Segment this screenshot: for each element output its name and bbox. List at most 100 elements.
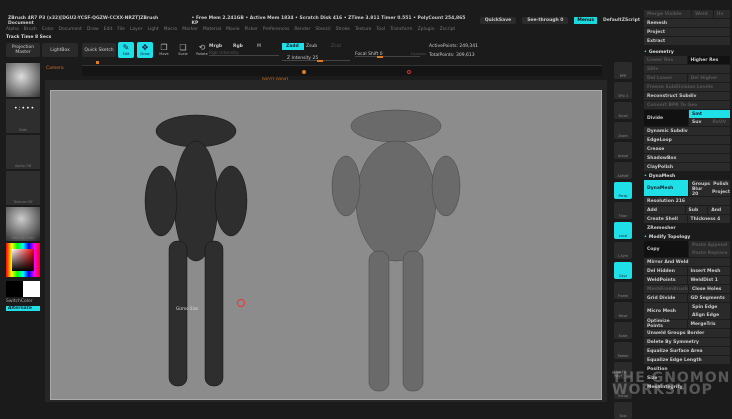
micro-mesh-button[interactable]: Micro Mesh	[644, 303, 688, 319]
paste-replace-button[interactable]: Paste Replace	[689, 249, 730, 257]
shelf-spix-3-button[interactable]: SPix 3	[614, 82, 632, 99]
menu-transform[interactable]: Transform	[390, 27, 412, 32]
del-lower-button[interactable]: Del Lower	[644, 74, 687, 82]
paste-append-button[interactable]: Paste Append	[689, 241, 730, 249]
rgb-button[interactable]: Rgb	[233, 44, 243, 49]
grid-divide-button[interactable]: Grid Divide	[644, 294, 687, 302]
resolution-slider[interactable]: Resolution 216	[644, 197, 730, 205]
remesh-button[interactable]: Remesh	[644, 19, 730, 27]
timeline-keyframe[interactable]	[302, 70, 306, 74]
menu-tool[interactable]: Tool	[376, 27, 385, 32]
texture-thumbnail[interactable]: Texture Off	[6, 171, 40, 205]
del-hidden-button[interactable]: Del Hidden	[644, 267, 687, 275]
claypolish-button[interactable]: ClayPolish	[644, 163, 730, 171]
dynamic-button[interactable]: Dynamic	[411, 52, 426, 56]
sub-button[interactable]: Sub	[685, 206, 708, 214]
edgeloop-button[interactable]: EdgeLoop	[644, 136, 730, 144]
material-thumbnail[interactable]: MatCap Gray	[6, 207, 40, 241]
shelf-scroll-button[interactable]: Scroll	[614, 102, 632, 119]
menu-draw[interactable]: Draw	[87, 27, 99, 32]
menu-movie[interactable]: Movie	[226, 27, 239, 32]
convert-bpr-button[interactable]: Convert BPR To Geo	[644, 101, 730, 109]
shelf-bpr-button[interactable]: BPR	[614, 62, 632, 79]
equalize-surface-area-button[interactable]: Equalize Surface Area	[644, 347, 730, 355]
zsub-button[interactable]: Zsub	[306, 44, 317, 49]
close-holes-button[interactable]: Close Holes	[688, 285, 730, 293]
sdiv-slider[interactable]: SDiv	[644, 65, 730, 73]
lower-res-button[interactable]: Lower Res	[644, 56, 687, 64]
menu-light[interactable]: Light	[147, 27, 158, 32]
menu-layer[interactable]: Layer	[130, 27, 143, 32]
mergetris-button[interactable]: MergeTris	[687, 320, 730, 328]
zcut-button[interactable]: Zcut	[331, 44, 341, 49]
shelf-local-button[interactable]: Local	[614, 222, 632, 239]
merge-visible-button[interactable]: Merge Visible	[644, 10, 692, 18]
shelf-move-button[interactable]: Move	[614, 302, 632, 319]
menu-document[interactable]: Document	[59, 27, 82, 32]
equalize-edge-length-button[interactable]: Equalize Edge Length	[644, 356, 730, 364]
color-picker[interactable]	[6, 243, 40, 277]
freeze-subdiv-button[interactable]: Freeze SubDivision Levels	[644, 83, 730, 91]
insert-mesh-button[interactable]: Insert Mesh	[687, 267, 730, 275]
projection-master-button[interactable]: Projection Master	[6, 43, 40, 57]
shelf-qxyz-button[interactable]: Qxyz	[614, 262, 632, 279]
mrgb-button[interactable]: Mrgb	[209, 44, 222, 49]
zremesher-header[interactable]: ZRemesher	[644, 224, 730, 232]
shelf-rotate-button[interactable]: Rotate	[614, 342, 632, 359]
align-edge-button[interactable]: Align Edge	[689, 311, 730, 319]
menu-color[interactable]: Color	[42, 27, 54, 32]
crease-button[interactable]: Crease	[644, 145, 730, 153]
document-canvas[interactable]: Gizmo Size	[50, 90, 602, 400]
menu-render[interactable]: Render	[294, 27, 310, 32]
menu-zscript[interactable]: Zscript	[440, 27, 456, 32]
menu-texture[interactable]: Texture	[355, 27, 371, 32]
menus-button[interactable]: Menus	[574, 17, 598, 24]
spin-edge-button[interactable]: Spin Edge	[689, 303, 730, 311]
timeline-track[interactable]	[82, 66, 602, 76]
higher-res-button[interactable]: Higher Res	[687, 56, 730, 64]
menu-preferences[interactable]: Preferences	[263, 27, 289, 32]
mesh-from-brush-button[interactable]: MeshFromBrush	[644, 285, 688, 293]
reuv-toggle[interactable]: ReUV	[709, 118, 730, 126]
timeline-marker[interactable]	[407, 70, 411, 74]
shelf-zoom-button[interactable]: Zoom	[614, 122, 632, 139]
uv-button[interactable]: Uv	[713, 10, 730, 18]
menu-file[interactable]: File	[117, 27, 125, 32]
copy-button[interactable]: Copy	[644, 241, 688, 257]
suv-toggle[interactable]: Suv	[689, 118, 710, 126]
shadowbox-button[interactable]: ShadowBox	[644, 154, 730, 162]
rgb-intensity-slider[interactable]: Rgb Intensity	[209, 51, 279, 56]
shelf-actual-button[interactable]: Actual	[614, 142, 632, 159]
thickness-slider[interactable]: Thickness 4	[687, 215, 730, 223]
welddist-slider[interactable]: WeldDist 1	[687, 276, 730, 284]
edit-button[interactable]: ✎ Edit	[118, 42, 134, 58]
menu-macro[interactable]: Macro	[164, 27, 178, 32]
mirror-and-weld-button[interactable]: Mirror And Weld	[644, 258, 730, 266]
create-shell-button[interactable]: Create Shell	[644, 215, 687, 223]
shelf-l-sym-button[interactable]: L.Sym	[614, 242, 632, 259]
reconstruct-subdiv-button[interactable]: Reconstruct Subdiv	[644, 92, 730, 100]
move-button[interactable]: ❐ Move	[156, 42, 172, 58]
shelf-scale-button[interactable]: Scale	[614, 322, 632, 339]
script-button[interactable]: DefaultZScript	[603, 18, 640, 23]
shelf-solo-button[interactable]: Solo	[614, 402, 632, 419]
extract-button[interactable]: Extract	[644, 37, 730, 45]
weld-button[interactable]: Weld	[692, 10, 713, 18]
shelf-frame-button[interactable]: Frame	[614, 282, 632, 299]
zadd-button[interactable]: Zadd	[282, 43, 304, 50]
dynamic-subdiv-button[interactable]: Dynamic Subdiv	[644, 127, 730, 135]
del-higher-button[interactable]: Del Higher	[687, 74, 730, 82]
menu-marker[interactable]: Marker	[182, 27, 198, 32]
stroke-thumbnail[interactable]: •:••• Dots	[6, 99, 40, 133]
blur-slider[interactable]: Blur 20	[689, 187, 709, 197]
geometry-header[interactable]: Geometry	[644, 48, 730, 56]
lightbox-button[interactable]: LightBox	[42, 43, 78, 57]
quick-sketch-button[interactable]: Quick Sketch	[82, 43, 116, 57]
project-button[interactable]: Project	[644, 28, 730, 36]
m-button[interactable]: M	[257, 44, 261, 49]
weldpoints-button[interactable]: WeldPoints	[644, 276, 687, 284]
menu-zplugin[interactable]: Zplugin	[418, 27, 435, 32]
menu-edit[interactable]: Edit	[104, 27, 113, 32]
menu-material[interactable]: Material	[203, 27, 221, 32]
see-through-slider[interactable]: See-through 0	[522, 17, 569, 24]
